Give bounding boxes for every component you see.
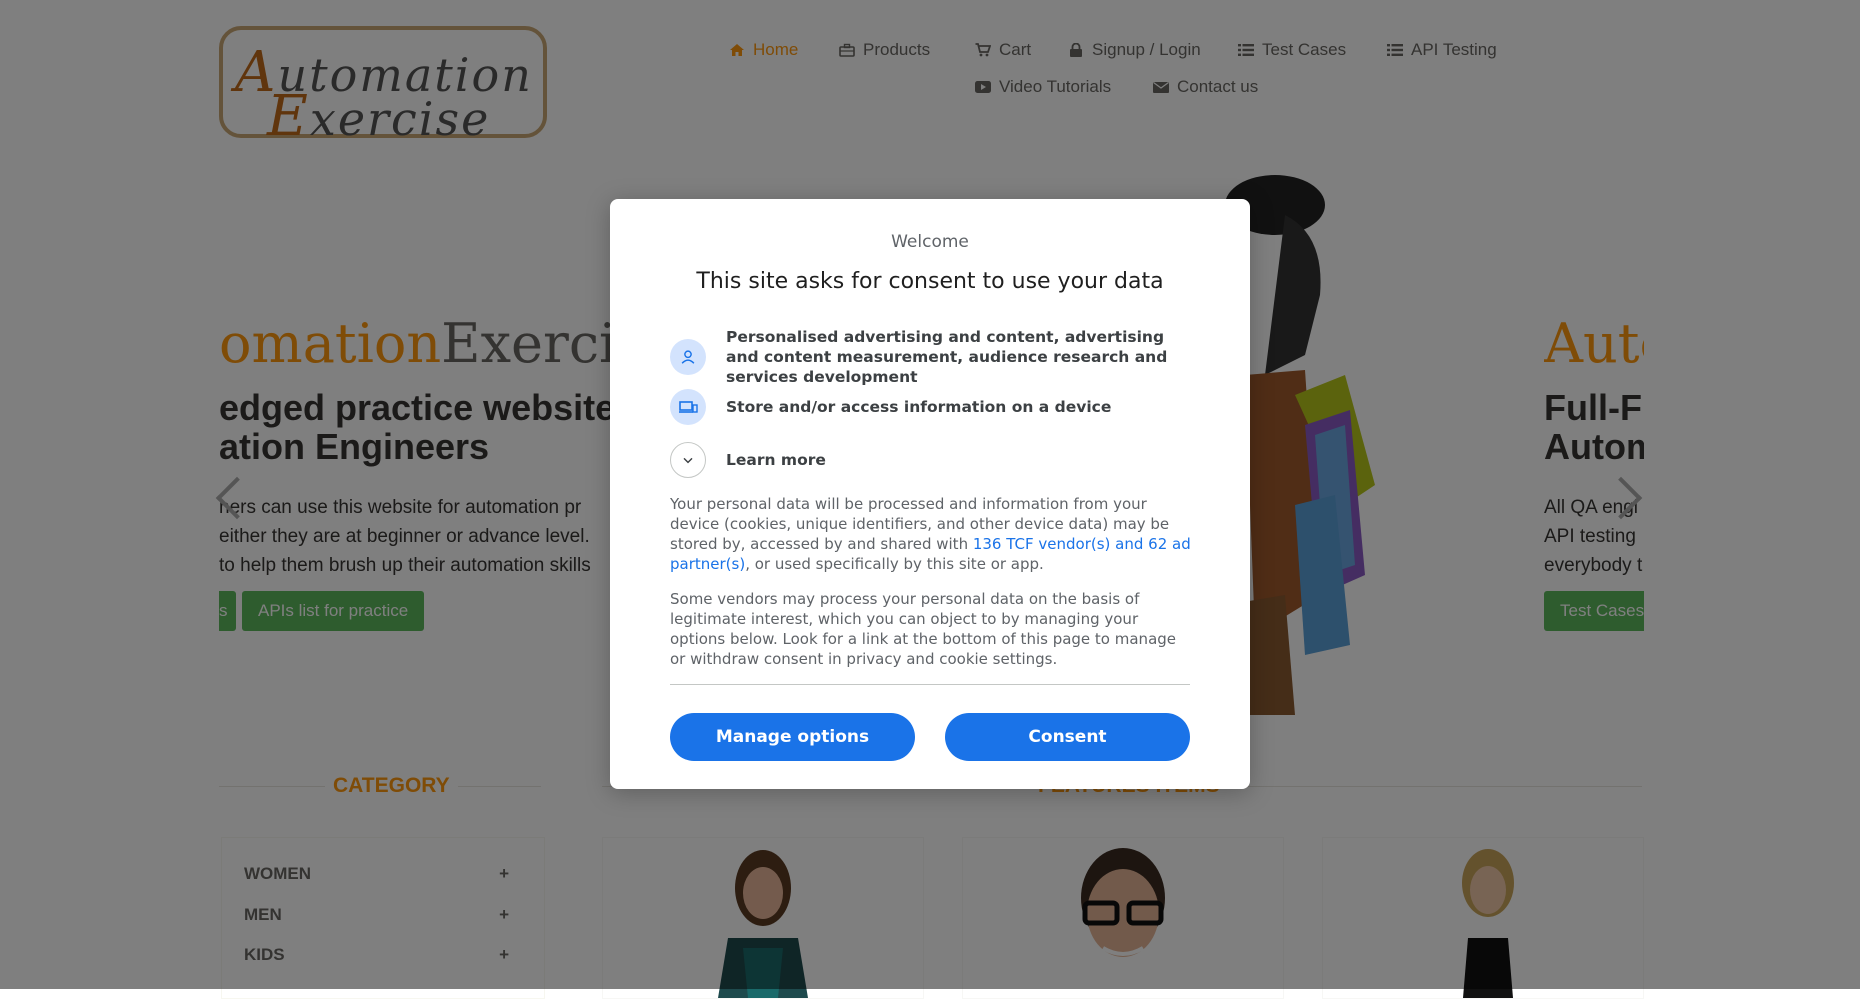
purpose-personalised-ads: Personalised advertising and content, ad… xyxy=(670,327,1196,387)
manage-options-button[interactable]: Manage options xyxy=(670,713,915,761)
consent-paragraph-2: Some vendors may process your personal d… xyxy=(670,590,1177,668)
consent-welcome: Welcome xyxy=(891,232,969,252)
learn-more-toggle[interactable]: Learn more xyxy=(670,442,1196,478)
consent-paragraph-1-end: , or used specifically by this site or a… xyxy=(745,555,1044,573)
consent-dialog: Welcome This site asks for consent to us… xyxy=(610,199,1250,789)
dialog-divider xyxy=(670,684,1190,685)
consent-title: This site asks for consent to use your d… xyxy=(696,269,1164,294)
purpose-personalised-ads-text: Personalised advertising and content, ad… xyxy=(726,328,1168,386)
learn-more-label[interactable]: Learn more xyxy=(726,450,1196,470)
devices-icon xyxy=(670,389,706,425)
purpose-store-access-text: Store and/or access information on a dev… xyxy=(726,398,1112,416)
chevron-down-icon[interactable] xyxy=(670,442,706,478)
consent-button[interactable]: Consent xyxy=(945,713,1190,761)
purpose-store-access: Store and/or access information on a dev… xyxy=(670,389,1196,425)
person-icon xyxy=(670,339,706,375)
consent-paragraph-1: Your personal data will be processed and… xyxy=(670,494,1195,574)
page: Automation Exercise Home Products Cart S… xyxy=(0,0,1860,999)
